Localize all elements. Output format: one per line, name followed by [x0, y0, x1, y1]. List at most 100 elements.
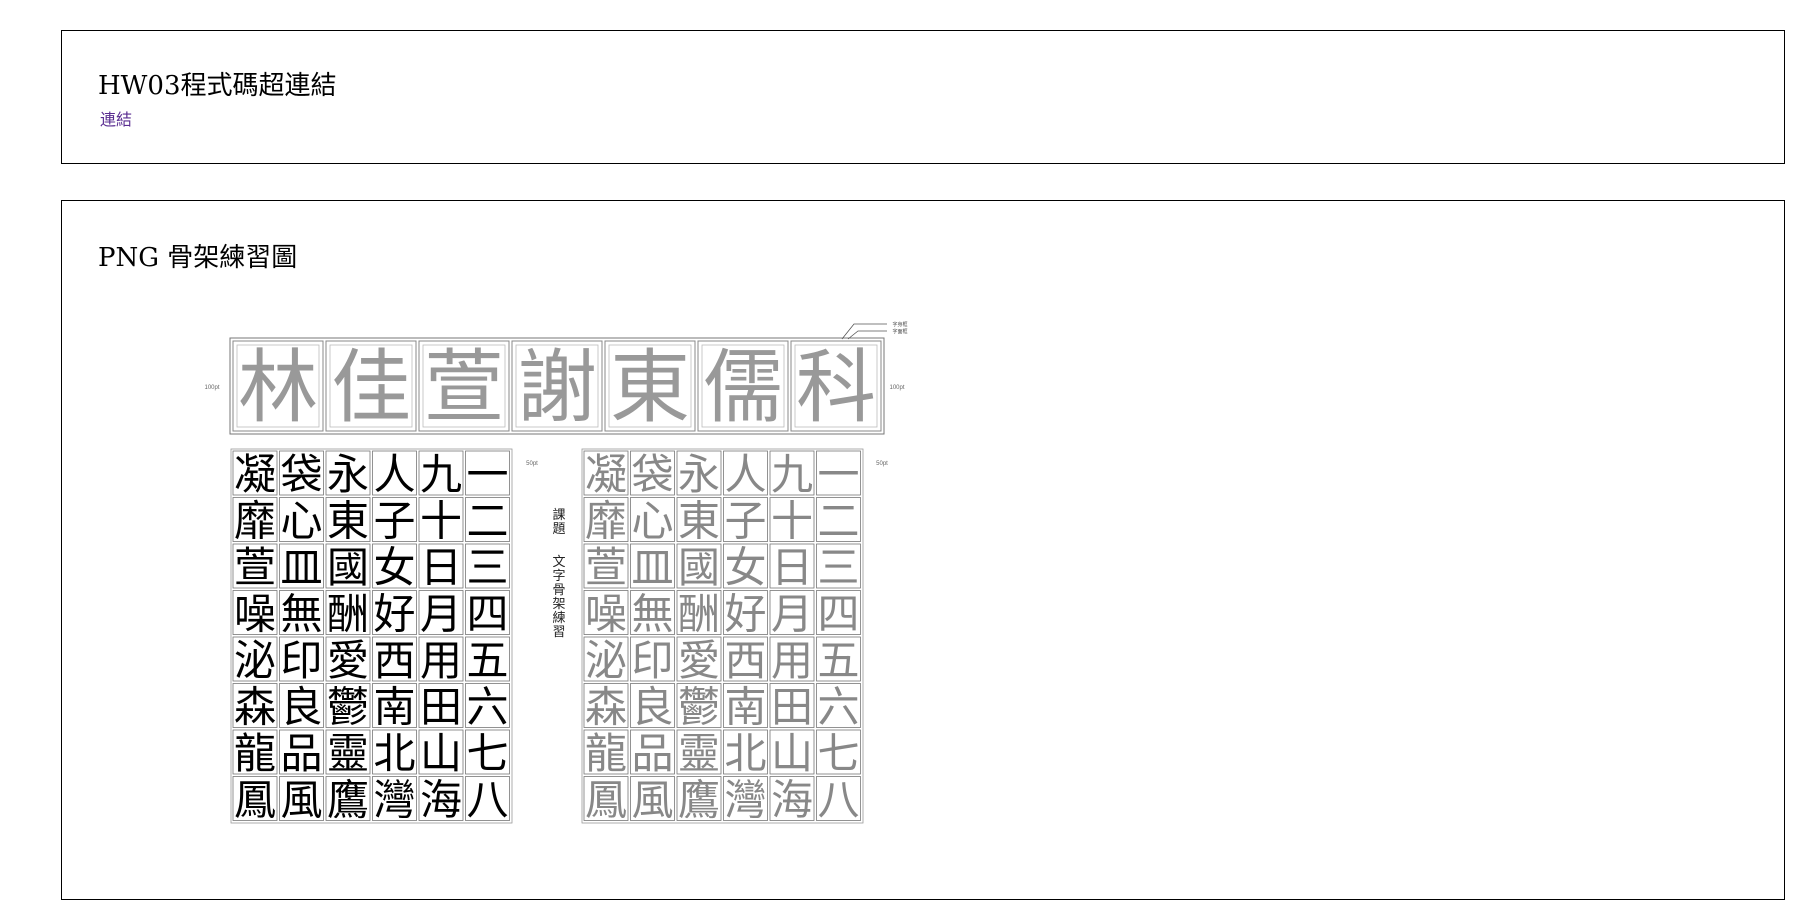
skeleton-practice-image: 林佳萱謝東儒科 100pt 100pt 字身框 字面框凝袋永人九一靡心東子十二萱皿國女日…: [142, 306, 932, 866]
grid-char: 南: [373, 683, 415, 732]
grid-char: 灣: [373, 776, 415, 825]
grid-char: 風: [280, 776, 322, 825]
grid-char: 心: [631, 497, 673, 546]
hw03-card: HW03程式碼超連結 連結: [61, 30, 1785, 164]
size-note-left: 100pt: [204, 385, 219, 391]
grid-char: 龍: [234, 729, 276, 778]
grid-char: 靈: [327, 729, 369, 778]
grid-char: 山: [420, 729, 462, 778]
grid-char: 袋: [280, 450, 322, 499]
grid-char: 北: [373, 729, 415, 778]
name-char: 萱: [424, 341, 504, 434]
vertical-char: 文: [552, 555, 565, 570]
grid-char: 山: [771, 729, 813, 778]
grid-char: 噪: [585, 590, 627, 639]
grid-char: 心: [280, 497, 322, 546]
grid-char: 靡: [234, 497, 276, 546]
grid-char: 風: [631, 776, 673, 825]
grid-char: 品: [631, 729, 673, 778]
grid-char: 鷹: [327, 776, 369, 825]
grid-char: 鬱: [678, 683, 720, 732]
grid-char: 好: [373, 590, 415, 639]
grid-char: 九: [420, 450, 462, 499]
grid-char: 永: [327, 450, 369, 499]
grid-char: 泌: [234, 636, 276, 685]
grid-char: 酬: [678, 590, 720, 639]
grid-char: 一: [466, 450, 508, 499]
grid-char: 龍: [585, 729, 627, 778]
vertical-char: 骨: [552, 583, 565, 598]
grid-char: 七: [817, 729, 859, 778]
grid-char: 森: [585, 683, 627, 732]
name-char: 林: [238, 341, 318, 434]
grid-char: 二: [817, 497, 859, 546]
grid-char: 靈: [678, 729, 720, 778]
grid-char: 八: [817, 776, 859, 825]
grid-char: 月: [771, 590, 813, 639]
name-char: 科: [796, 341, 876, 434]
png-title: PNG 骨架練習圖: [98, 243, 298, 273]
vertical-char: 練: [552, 611, 565, 626]
name-char: 佳: [331, 341, 411, 434]
subject-label: 課題: [552, 507, 565, 537]
grid-char: 海: [420, 776, 462, 825]
grid-char: 日: [420, 543, 462, 592]
vertical-char: 架: [552, 597, 565, 612]
grid-char: 凝: [234, 450, 276, 499]
grid-char: 子: [724, 497, 766, 546]
grid-char: 印: [631, 636, 673, 685]
grid-char: 三: [817, 543, 859, 592]
grid-char: 五: [817, 636, 859, 685]
grid-char: 日: [771, 543, 813, 592]
size-note-right: 100pt: [889, 385, 904, 391]
grid-char: 永: [678, 450, 720, 499]
grid-char: 萱: [585, 543, 627, 592]
vertical-char: 題: [552, 522, 565, 537]
grid-char: 十: [771, 497, 813, 546]
grid-char: 六: [466, 683, 508, 732]
grid-char: 品: [280, 729, 322, 778]
grid-char: 人: [724, 450, 766, 499]
grid-char: 西: [373, 636, 415, 685]
grid-char: 泌: [585, 636, 627, 685]
grid-char: 良: [631, 683, 673, 732]
grid-char: 田: [771, 683, 813, 732]
grid-char: 七: [466, 729, 508, 778]
grid-char: 東: [678, 497, 720, 546]
grid-char: 國: [327, 543, 369, 592]
grid-char: 灣: [724, 776, 766, 825]
grid-char: 人: [373, 450, 415, 499]
grid-char: 好: [724, 590, 766, 639]
grid-char: 南: [724, 683, 766, 732]
grid-char: 無: [631, 590, 673, 639]
grid-char: 鷹: [678, 776, 720, 825]
grid-char: 凝: [585, 450, 627, 499]
grid-char: 袋: [631, 450, 673, 499]
grid-char: 東: [327, 497, 369, 546]
grid-char: 噪: [234, 590, 276, 639]
grid-char: 愛: [678, 636, 720, 685]
callout-label-2: 字面框: [892, 328, 907, 335]
grid-char: 一: [817, 450, 859, 499]
grid-char: 鳳: [234, 776, 276, 825]
grid-char: 無: [280, 590, 322, 639]
grid-char: 印: [280, 636, 322, 685]
name-char: 東: [610, 341, 690, 434]
grid-char: 二: [466, 497, 508, 546]
grid-char: 女: [724, 543, 766, 592]
grid-char: 皿: [631, 543, 673, 592]
hw03-title: HW03程式碼超連結: [98, 71, 337, 101]
grid-char: 海: [771, 776, 813, 825]
hw03-code-link[interactable]: 連結: [100, 106, 132, 130]
callout-line-1: [841, 323, 887, 340]
grid-char: 良: [280, 683, 322, 732]
vertical-char: 課: [552, 507, 565, 523]
grid-char: 用: [771, 636, 813, 685]
grid-char: 六: [817, 683, 859, 732]
grid-char: 萱: [234, 543, 276, 592]
grid-size-note: 50pt: [526, 461, 538, 467]
grid-char: 國: [678, 543, 720, 592]
grid-char: 用: [420, 636, 462, 685]
callout-label-1: 字身框: [892, 321, 907, 328]
grid-char: 十: [420, 497, 462, 546]
